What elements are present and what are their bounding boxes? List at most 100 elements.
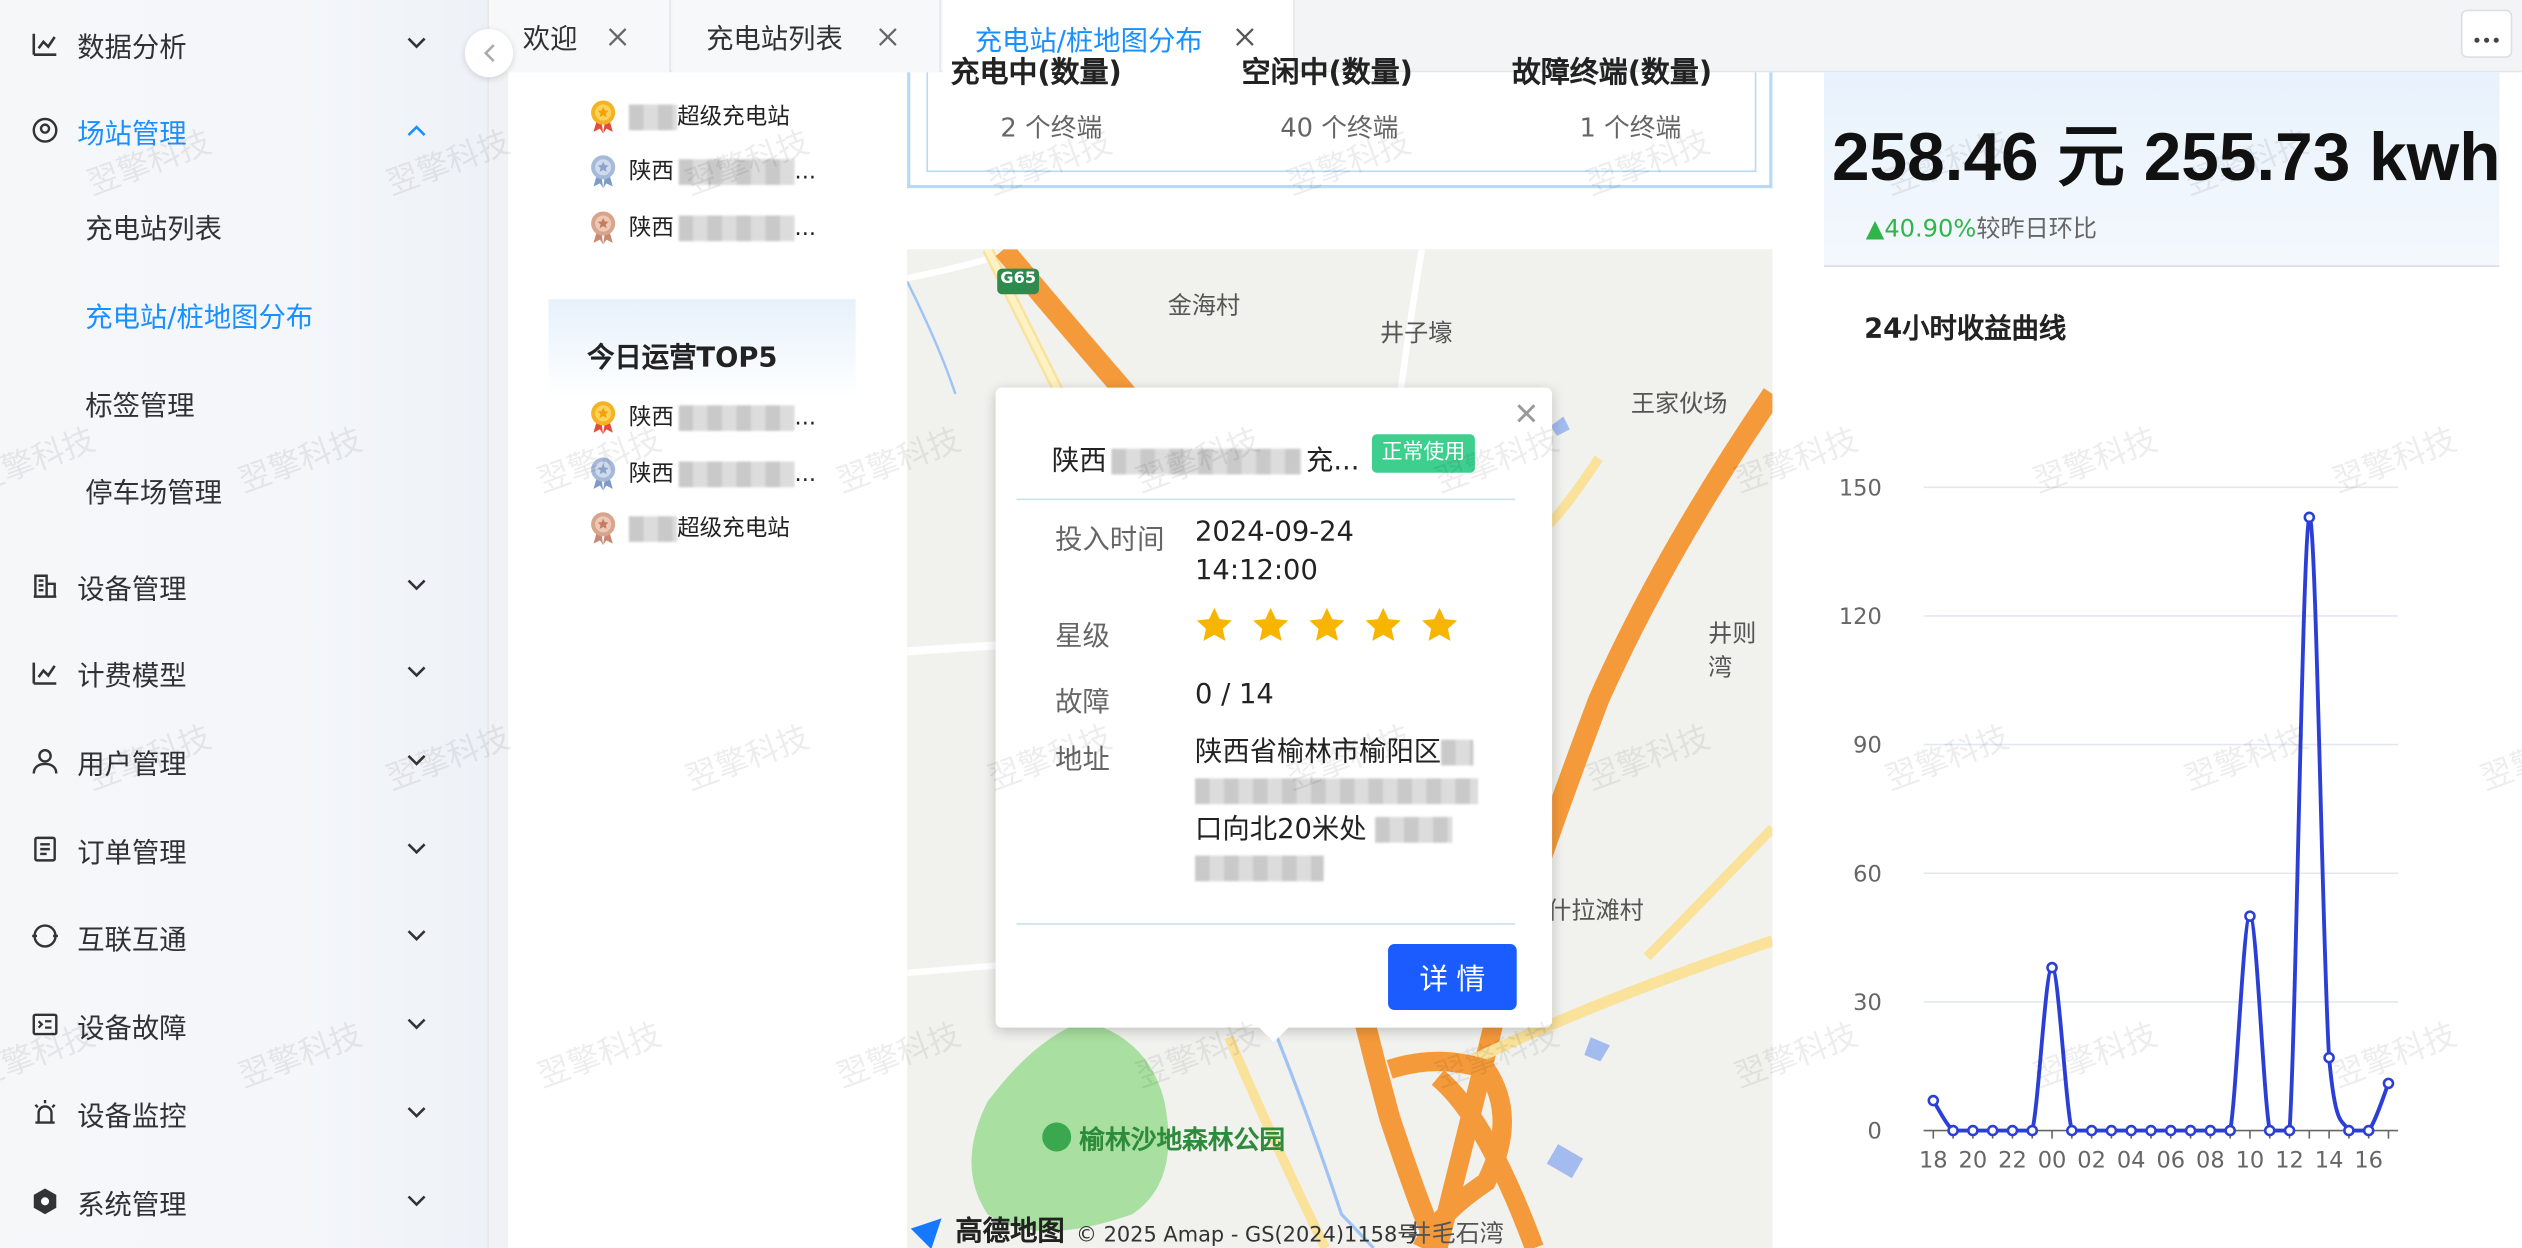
data-point[interactable] <box>2006 1124 2019 1137</box>
menu-order-management[interactable]: 订单管理 <box>0 806 487 893</box>
data-point[interactable] <box>2145 1124 2157 1137</box>
map-place-label: 王家伙场 <box>1630 389 1728 419</box>
status-badge: 正常使用 <box>1371 434 1475 473</box>
close-icon[interactable] <box>877 25 900 48</box>
kpi-values: 258.46 元 255.73 kwh <box>1832 103 2500 201</box>
ranking-prefix: 陕西 <box>628 405 674 431</box>
tab-station-list[interactable]: 充电站列表 <box>672 0 941 73</box>
tab-label: 欢迎 <box>522 24 578 57</box>
data-point[interactable] <box>2026 1124 2039 1137</box>
data-point[interactable] <box>1947 1124 1959 1137</box>
data-point[interactable] <box>1967 1124 1979 1137</box>
bronze-medal-icon <box>589 209 618 245</box>
detail-button[interactable]: 详 情 <box>1388 944 1517 1010</box>
x-tick-label: 00 <box>2038 1148 2067 1174</box>
ranking-suffix: ... <box>794 461 817 488</box>
menu-label: 设备监控 <box>77 1100 187 1133</box>
ranking-prefix: 陕西 <box>628 159 674 185</box>
menu-device-monitor[interactable]: 设备监控 <box>0 1069 487 1156</box>
data-point[interactable] <box>1986 1124 1999 1137</box>
data-point[interactable] <box>1927 1094 1940 1107</box>
data-point[interactable] <box>2046 961 2058 974</box>
redacted-text <box>1195 855 1324 882</box>
gold-medal-icon <box>589 98 618 134</box>
ranking-text: 陕西... <box>629 154 816 186</box>
user-icon <box>31 746 60 775</box>
terminal-title: 故障终端(数量) <box>1511 56 1713 91</box>
menu-billing-model[interactable]: 计费模型 <box>0 629 487 716</box>
data-point[interactable] <box>2263 1124 2276 1137</box>
map-place-label: 井毛石湾 <box>1407 1219 1504 1248</box>
data-point[interactable] <box>2283 1124 2296 1137</box>
data-point[interactable] <box>2323 1051 2335 1064</box>
terminal-title: 空闲中(数量) <box>1241 56 1413 91</box>
x-tick-label: 20 <box>1959 1148 1988 1174</box>
building-icon <box>31 571 60 600</box>
submenu-parking-management[interactable]: 停车场管理 <box>0 445 487 532</box>
menu-system-management[interactable]: 系统管理 <box>0 1158 487 1245</box>
collapse-sidebar-button[interactable] <box>464 28 514 78</box>
menu-device-management[interactable]: 设备管理 <box>0 542 487 629</box>
ranking-text: 超级充电站 <box>628 511 790 543</box>
menu-device-fault[interactable]: 设备故障 <box>0 981 487 1068</box>
divider <box>1823 265 2500 267</box>
menu-label: 用户管理 <box>77 748 187 781</box>
tab-welcome[interactable]: 欢迎 <box>488 0 671 73</box>
data-point[interactable] <box>2164 1124 2177 1137</box>
data-point[interactable] <box>2125 1124 2137 1137</box>
submenu-station-map[interactable]: 充电站/桩地图分布 <box>0 270 487 357</box>
close-icon[interactable] <box>1234 26 1257 49</box>
x-tick-label: 08 <box>2196 1148 2225 1174</box>
ranking-text: 陕西... <box>629 457 816 489</box>
star-icon <box>1309 607 1345 641</box>
menu-user-management[interactable]: 用户管理 <box>0 717 487 804</box>
menu-label: 计费模型 <box>77 660 187 693</box>
menu-label: 设备故障 <box>77 1012 187 1045</box>
amap-logo: 高德地图 <box>910 1207 1065 1248</box>
data-point[interactable] <box>2184 1124 2197 1137</box>
section-title: 今日运营TOP5 <box>587 342 778 375</box>
x-tick-label: 18 <box>1919 1148 1948 1174</box>
chart-title: 24小时收益曲线 <box>1864 313 2067 346</box>
tab-bar: 欢迎 充电站列表 充电站/桩地图分布 <box>488 0 2522 74</box>
data-point[interactable] <box>2224 1124 2236 1137</box>
star-icon <box>1196 607 1232 641</box>
data-point[interactable] <box>2244 910 2256 922</box>
menu-data-analysis[interactable]: 数据分析 <box>0 0 487 87</box>
close-icon[interactable] <box>1514 400 1540 426</box>
submenu-station-list[interactable]: 充电站列表 <box>0 182 487 269</box>
y-tick-label: 150 <box>1839 475 1882 501</box>
map-copyright: © 2025 Amap - GS(2024)1158号 <box>1076 1223 1419 1248</box>
bronze-medal-icon <box>589 510 618 546</box>
data-point[interactable] <box>2085 1124 2098 1137</box>
more-options-button[interactable] <box>2460 9 2513 58</box>
menu-interconnect[interactable]: 互联互通 <box>0 893 487 980</box>
ranking-suffix: 超级充电站 <box>677 104 790 131</box>
more-horizontal-icon <box>2474 18 2500 49</box>
chevron-down-icon <box>405 838 428 861</box>
map-place-label: 井子壕 <box>1380 318 1453 348</box>
data-point[interactable] <box>2303 511 2316 524</box>
close-icon[interactable] <box>606 25 629 48</box>
x-tick-label: 06 <box>2156 1148 2185 1174</box>
star-rating <box>1195 606 1459 645</box>
redacted-text <box>1375 816 1453 843</box>
data-point[interactable] <box>2382 1077 2395 1090</box>
data-point[interactable] <box>2066 1124 2078 1137</box>
data-point[interactable] <box>2105 1124 2118 1137</box>
chevron-down-icon <box>405 925 428 948</box>
data-point[interactable] <box>2343 1124 2355 1137</box>
data-point[interactable] <box>2362 1124 2375 1137</box>
menu-label: 设备管理 <box>77 573 187 606</box>
y-tick-label: 120 <box>1839 604 1882 630</box>
x-tick-label: 14 <box>2315 1148 2344 1174</box>
star-icon <box>1421 607 1458 641</box>
submenu-tag-management[interactable]: 标签管理 <box>0 359 487 446</box>
menu-station-management[interactable]: 场站管理 <box>0 87 487 174</box>
gold-medal-icon <box>589 399 618 435</box>
submenu-label: 标签管理 <box>85 389 195 423</box>
menu-label: 订单管理 <box>77 837 187 870</box>
date-value: 2024-09-24 <box>1195 516 1354 549</box>
data-point[interactable] <box>2204 1124 2217 1137</box>
address-line: 陕西省榆林市榆阳区 <box>1195 736 1442 769</box>
